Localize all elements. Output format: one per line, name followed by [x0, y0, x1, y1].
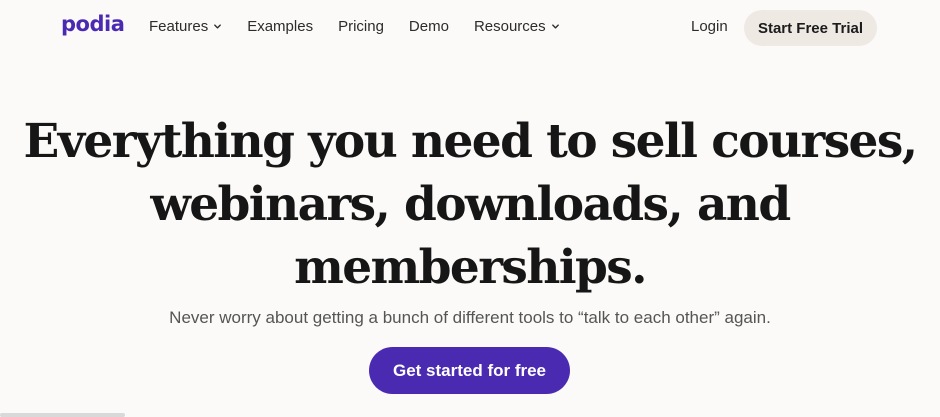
scroll-indicator [0, 413, 125, 417]
headline-line: memberships. [294, 240, 647, 295]
nav-item-features[interactable]: Features [149, 18, 222, 35]
nav-item-label: Resources [473, 18, 546, 35]
nav-item-resources[interactable]: Resources [474, 18, 560, 35]
get-started-button[interactable]: Get started for free [369, 347, 570, 394]
chevron-down-icon [214, 24, 222, 29]
login-link[interactable]: Login [691, 18, 728, 35]
podia-logo[interactable]: podia [61, 12, 125, 36]
nav-item-demo[interactable]: Demo [409, 18, 449, 35]
headline-line: Everything you need to sell courses, [23, 114, 919, 169]
nav-links: Features Examples Pricing Demo Resources [149, 18, 585, 35]
hero-headline: Everything you need to sell courses, web… [0, 110, 940, 299]
nav-item-pricing[interactable]: Pricing [338, 18, 384, 35]
top-navigation: podia Features Examples Pricing Demo Res… [0, 0, 940, 56]
nav-item-examples[interactable]: Examples [247, 18, 313, 35]
hero-subheadline: Never worry about getting a bunch of dif… [169, 308, 771, 327]
chevron-down-icon [551, 24, 559, 29]
nav-item-label: Pricing [338, 18, 384, 35]
nav-item-label: Examples [247, 18, 314, 35]
nav-item-label: Demo [408, 18, 449, 35]
nav-item-label: Features [149, 18, 209, 35]
start-free-trial-button[interactable]: Start Free Trial [744, 10, 877, 46]
headline-line: webinars, downloads, and [150, 177, 791, 232]
